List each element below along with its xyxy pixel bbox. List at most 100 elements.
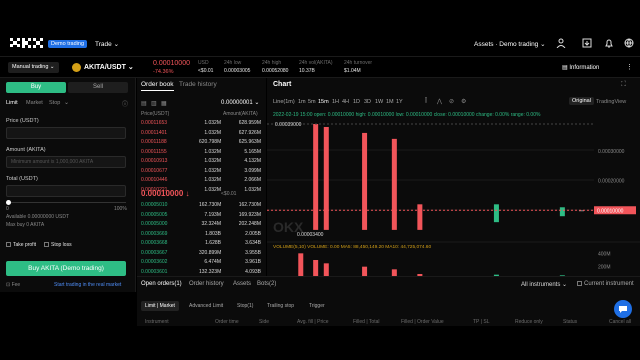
- manual-trading-button[interactable]: Manual trading ⌄: [8, 62, 59, 73]
- globe-icon[interactable]: [624, 38, 634, 48]
- bid-row[interactable]: 0.00003602 6.474M 3.961B: [141, 259, 261, 267]
- timeframe-1h[interactable]: 1H: [332, 99, 339, 105]
- book-price: 0.00003602: [141, 259, 168, 265]
- bid-row[interactable]: 0.00003667 320.899M 3.955B: [141, 250, 261, 258]
- chat-support-button[interactable]: [614, 300, 632, 318]
- book-bids-icon[interactable]: ▥: [151, 100, 157, 107]
- candle[interactable]: [493, 204, 499, 223]
- price-input[interactable]: [6, 127, 126, 139]
- nav-trade-menu[interactable]: Trade ⌄: [95, 40, 119, 48]
- candle[interactable]: [391, 138, 397, 230]
- settings-icon[interactable]: ⚙: [461, 98, 466, 105]
- sell-tab[interactable]: Sell: [68, 82, 128, 93]
- buy-akita-button[interactable]: Buy AKITA (Demo trading): [6, 261, 126, 276]
- candle[interactable]: [313, 124, 319, 230]
- timeframe-1w[interactable]: 1W: [375, 99, 383, 105]
- book-amount: 320.899M: [199, 249, 222, 256]
- expand-icon[interactable]: ⛶: [621, 81, 626, 89]
- ask-row[interactable]: 0.00011401 1.032M 627.926M: [141, 130, 261, 138]
- user-icon[interactable]: [556, 38, 566, 48]
- more-icon[interactable]: ⋮: [626, 63, 633, 71]
- view-original-button[interactable]: Original: [569, 97, 594, 105]
- book-asks-icon[interactable]: ▦: [161, 100, 167, 107]
- checkbox-icon: [577, 281, 582, 286]
- order-type-stop[interactable]: Stop: [49, 100, 60, 106]
- column-header: TP | SL: [473, 319, 490, 325]
- amount-slider-track[interactable]: [8, 202, 126, 203]
- stat-value: $1.04M: [344, 68, 361, 74]
- link-icon[interactable]: ⊘: [449, 98, 454, 105]
- current-instrument-checkbox[interactable]: Current instrument: [577, 281, 634, 287]
- candle[interactable]: [323, 126, 329, 230]
- tick-size-select[interactable]: 0.00000001 ⌄: [221, 99, 259, 106]
- tab-order-history[interactable]: Order history: [189, 281, 224, 287]
- chat-icon: [619, 306, 627, 313]
- timeframe-1y[interactable]: 1Y: [396, 99, 403, 105]
- timeframe-1m[interactable]: 1m: [298, 99, 306, 105]
- book-amount: 7.193M: [204, 211, 221, 218]
- pair-selector[interactable]: AKITA/USDT ⌄: [84, 63, 134, 71]
- timeframe-3d[interactable]: 3D: [364, 99, 371, 105]
- ask-row[interactable]: 0.00010446 1.032M 2.066M: [141, 177, 261, 185]
- order-type-market[interactable]: Market: [26, 100, 43, 106]
- information-button[interactable]: ▤ Information: [562, 64, 599, 71]
- take-profit-checkbox[interactable]: Take profit: [6, 242, 36, 248]
- download-icon[interactable]: [582, 38, 592, 48]
- tab-assets[interactable]: Assets: [233, 281, 251, 287]
- book-amount: 620.798M: [199, 139, 222, 145]
- tab-trade-history[interactable]: Trade history: [179, 81, 217, 88]
- ask-row[interactable]: 0.00011653 1.032M 628.959M: [141, 120, 261, 128]
- candlestick-chart[interactable]: OKX0.000390000.000034000.000300000.00020…: [267, 120, 640, 292]
- timeframe-1m[interactable]: 1M: [386, 99, 394, 105]
- view-tradingview-button[interactable]: TradingView: [596, 99, 626, 105]
- bid-row[interactable]: 0.00005005 7.193M 169.923M: [141, 212, 261, 220]
- real-market-link[interactable]: Start trading in the real market: [54, 282, 121, 288]
- bid-row[interactable]: 0.00005010 162.730M 162.730M: [141, 202, 261, 210]
- subtab-limit-market[interactable]: Limit | Market: [141, 301, 179, 311]
- amount-slider-handle[interactable]: [6, 200, 11, 205]
- bid-row[interactable]: 0.00003669 1.803B 2.005B: [141, 231, 261, 239]
- chevron-down-icon: ⌄: [64, 100, 70, 106]
- all-instruments-select[interactable]: All instruments ⌄: [521, 281, 567, 288]
- column-header: Instrument: [145, 319, 169, 325]
- candle[interactable]: [559, 207, 565, 217]
- subtab-trigger[interactable]: Trigger: [305, 301, 329, 311]
- nav-assets-menu[interactable]: Assets · Demo trading ⌄: [474, 40, 546, 48]
- book-amount: 1.032M: [204, 148, 221, 155]
- ask-row[interactable]: 0.00011188 620.798M 625.963M: [141, 139, 261, 147]
- book-layout-icon[interactable]: ▤: [141, 100, 147, 107]
- column-header[interactable]: Cancel all: [609, 319, 631, 325]
- subtab-stop[interactable]: Stop(1): [233, 301, 257, 311]
- tab-bots[interactable]: Bots(2): [257, 281, 276, 287]
- fee-link[interactable]: ⊡ Fee: [6, 282, 20, 288]
- bell-icon[interactable]: [604, 38, 614, 48]
- indicator-icon[interactable]: ⋀: [437, 98, 442, 105]
- total-input[interactable]: [6, 185, 126, 197]
- candle[interactable]: [362, 132, 368, 230]
- amount-label: Amount (AKITA): [6, 147, 46, 153]
- timeframe-15m[interactable]: 15m: [318, 99, 329, 105]
- ask-row[interactable]: 0.00010913 1.032M 4.132M: [141, 158, 261, 166]
- tab-order-book[interactable]: Order book: [141, 81, 174, 91]
- ask-row[interactable]: 0.00011155 1.032M 5.165M: [141, 149, 261, 157]
- candle[interactable]: [417, 204, 423, 230]
- bid-row[interactable]: 0.00003668 1.628B 3.634B: [141, 240, 261, 248]
- subtab-trailing-stop[interactable]: Trailing stop: [263, 301, 298, 311]
- bid-row[interactable]: 0.00005000 32.324M 202.248M: [141, 221, 261, 229]
- candle-type-icon[interactable]: ⫿: [425, 98, 427, 105]
- ask-row[interactable]: 0.00010677 1.032M 3.099M: [141, 168, 261, 176]
- okx-logo[interactable]: [10, 38, 44, 48]
- column-header: Order time: [215, 319, 239, 325]
- timeframe-1d[interactable]: 1D: [353, 99, 360, 105]
- timeframe-5m[interactable]: 5m: [308, 99, 316, 105]
- book-price: 0.00011155: [141, 148, 167, 155]
- amount-input[interactable]: Minimum amount is 1,000,000 AKITA: [6, 156, 126, 168]
- stop-loss-checkbox[interactable]: Stop loss: [44, 242, 72, 248]
- order-type-limit[interactable]: Limit: [6, 100, 18, 106]
- subtab-advanced-limit[interactable]: Advanced Limit: [185, 301, 227, 311]
- last-price-tag-label: 0.00010000: [597, 208, 624, 214]
- timeframe-line1m[interactable]: Line(1m): [273, 99, 295, 105]
- buy-tab[interactable]: Buy: [6, 82, 66, 93]
- tab-open-orders[interactable]: Open orders(1): [141, 281, 182, 287]
- timeframe-4h[interactable]: 4H: [342, 99, 349, 105]
